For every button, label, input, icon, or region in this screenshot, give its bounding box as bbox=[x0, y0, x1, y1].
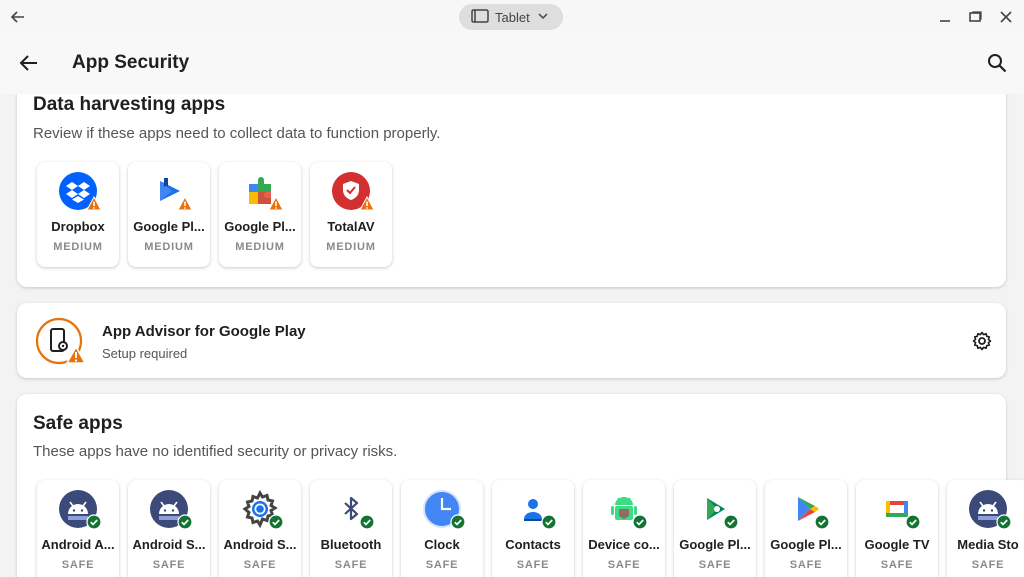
window-mode-label: Tablet bbox=[495, 9, 530, 25]
section-heading: Safe apps bbox=[33, 413, 123, 434]
check-badge-icon bbox=[450, 514, 466, 530]
app-tile[interactable]: Google Pl... SAFE bbox=[765, 480, 847, 577]
window-mode-selector[interactable]: Tablet bbox=[459, 4, 563, 30]
app-tile[interactable]: Media Sto SAFE bbox=[947, 480, 1024, 577]
section-subtitle: Review if these apps need to collect dat… bbox=[33, 125, 441, 142]
warning-icon bbox=[177, 195, 193, 212]
back-arrow-icon[interactable] bbox=[18, 52, 40, 74]
warning-icon bbox=[86, 195, 102, 212]
app-name: Android S... bbox=[132, 537, 206, 552]
app-name: Android S... bbox=[223, 537, 297, 552]
check-badge-icon bbox=[723, 514, 739, 530]
check-badge-icon bbox=[177, 514, 193, 530]
safe-app-list: Android A... SAFE Android S... SAFE Andr… bbox=[37, 480, 1024, 577]
risk-level: MEDIUM bbox=[53, 241, 103, 253]
check-badge-icon bbox=[632, 514, 648, 530]
risk-level: SAFE bbox=[152, 559, 186, 571]
harvesting-app-list: Dropbox MEDIUM Google Pl... MEDIUM Googl… bbox=[37, 162, 392, 267]
app-tile[interactable]: Android S... SAFE bbox=[128, 480, 210, 577]
chevron-down-icon bbox=[536, 9, 550, 26]
app-name: Google Pl... bbox=[679, 537, 751, 552]
risk-level: SAFE bbox=[243, 559, 277, 571]
app-tile[interactable]: Contacts SAFE bbox=[492, 480, 574, 577]
app-tile[interactable]: Device co... SAFE bbox=[583, 480, 665, 577]
search-icon[interactable] bbox=[986, 52, 1008, 74]
restore-icon[interactable] bbox=[966, 8, 984, 26]
app-advisor-card[interactable]: App Advisor for Google Play Setup requir… bbox=[17, 303, 1006, 378]
risk-level: SAFE bbox=[516, 559, 550, 571]
app-name: Dropbox bbox=[51, 219, 105, 234]
app-name: Google TV bbox=[864, 537, 930, 552]
page-title: App Security bbox=[72, 52, 190, 73]
data-harvesting-card: Data harvesting apps Review if these app… bbox=[17, 94, 1006, 287]
check-badge-icon bbox=[996, 514, 1012, 530]
settings-gear-icon[interactable] bbox=[971, 330, 993, 352]
app-name: Google Pl... bbox=[224, 219, 296, 234]
risk-level: SAFE bbox=[789, 559, 823, 571]
app-name: Clock bbox=[424, 537, 460, 552]
check-badge-icon bbox=[541, 514, 557, 530]
section-heading: Data harvesting apps bbox=[33, 94, 226, 115]
app-tile[interactable]: Dropbox MEDIUM bbox=[37, 162, 119, 267]
app-tile[interactable]: Google Pl... MEDIUM bbox=[219, 162, 301, 267]
check-badge-icon bbox=[86, 514, 102, 530]
app-name: TotalAV bbox=[327, 219, 375, 234]
app-name: Google Pl... bbox=[770, 537, 842, 552]
risk-level: SAFE bbox=[698, 559, 732, 571]
app-name: Android A... bbox=[41, 537, 115, 552]
section-subtitle: These apps have no identified security o… bbox=[33, 443, 398, 460]
arrow-left-icon[interactable] bbox=[8, 7, 28, 27]
advisor-title: App Advisor for Google Play bbox=[102, 323, 306, 340]
app-tile[interactable]: Google Pl... SAFE bbox=[674, 480, 756, 577]
warning-icon bbox=[268, 195, 284, 212]
check-badge-icon bbox=[814, 514, 830, 530]
risk-level: MEDIUM bbox=[326, 241, 376, 253]
content-scroll-area[interactable]: Data harvesting apps Review if these app… bbox=[0, 94, 1024, 577]
safe-apps-card: Safe apps These apps have no identified … bbox=[17, 394, 1024, 577]
close-icon[interactable] bbox=[997, 8, 1015, 26]
risk-level: SAFE bbox=[880, 559, 914, 571]
app-name: Bluetooth bbox=[320, 537, 382, 552]
window-titlebar: Tablet bbox=[0, 0, 1024, 34]
app-tile[interactable]: Android S... SAFE bbox=[219, 480, 301, 577]
app-tile[interactable]: Clock SAFE bbox=[401, 480, 483, 577]
minimize-icon[interactable] bbox=[936, 8, 954, 26]
check-badge-icon bbox=[905, 514, 921, 530]
app-name: Device co... bbox=[588, 537, 660, 552]
app-header: App Security bbox=[0, 34, 1024, 94]
app-tile[interactable]: Android A... SAFE bbox=[37, 480, 119, 577]
risk-level: SAFE bbox=[971, 559, 1005, 571]
app-tile[interactable]: Bluetooth SAFE bbox=[310, 480, 392, 577]
tablet-icon bbox=[471, 8, 489, 26]
risk-level: SAFE bbox=[61, 559, 95, 571]
app-name: Contacts bbox=[505, 537, 561, 552]
advisor-status: Setup required bbox=[102, 346, 188, 361]
app-name: Google Pl... bbox=[133, 219, 205, 234]
warning-icon bbox=[359, 195, 375, 212]
risk-level: MEDIUM bbox=[235, 241, 285, 253]
risk-level: SAFE bbox=[334, 559, 368, 571]
app-tile[interactable]: Google TV SAFE bbox=[856, 480, 938, 577]
risk-level: SAFE bbox=[607, 559, 641, 571]
check-badge-icon bbox=[268, 514, 284, 530]
app-name: Media Sto bbox=[957, 537, 1019, 552]
phone-gear-warning-icon bbox=[35, 317, 89, 369]
risk-level: MEDIUM bbox=[144, 241, 194, 253]
app-tile[interactable]: TotalAV MEDIUM bbox=[310, 162, 392, 267]
risk-level: SAFE bbox=[425, 559, 459, 571]
app-tile[interactable]: Google Pl... MEDIUM bbox=[128, 162, 210, 267]
check-badge-icon bbox=[359, 514, 375, 530]
